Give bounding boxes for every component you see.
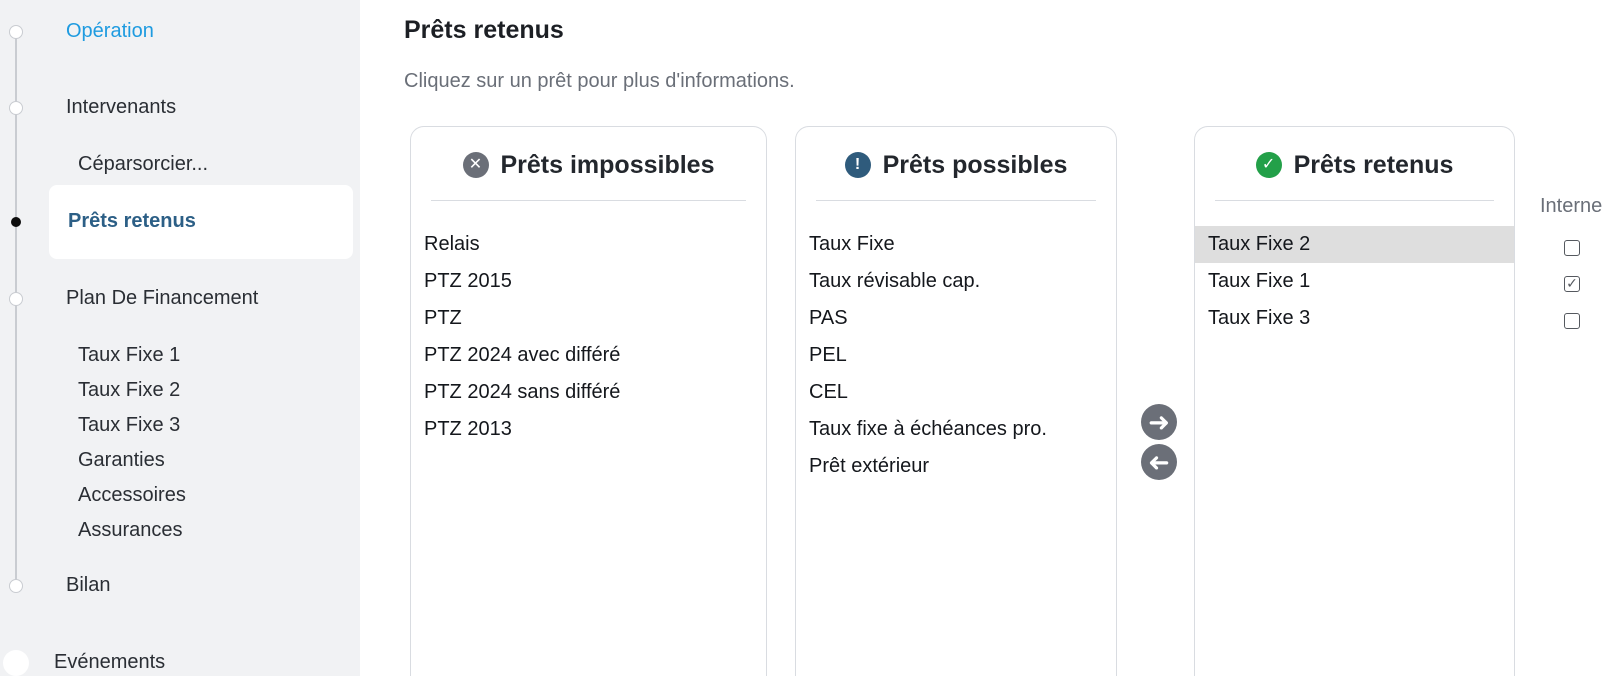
- loan-list: Relais PTZ 2015 PTZ PTZ 2024 avec différ…: [411, 226, 766, 448]
- move-left-arrow-icon[interactable]: ➜: [1141, 444, 1177, 480]
- list-item[interactable]: PTZ 2013: [411, 411, 766, 448]
- sidebar-subitem-garanties[interactable]: Garanties: [78, 449, 165, 472]
- panel-title: Prêts retenus: [1293, 150, 1454, 179]
- list-item[interactable]: Taux révisable cap.: [796, 263, 1116, 300]
- divider: [816, 200, 1096, 201]
- panel-header: ✕ Prêts impossibles: [411, 145, 766, 185]
- list-item[interactable]: Taux Fixe 1: [1195, 263, 1514, 300]
- divider: [1215, 200, 1494, 201]
- list-item[interactable]: PAS: [796, 300, 1116, 337]
- list-item[interactable]: CEL: [796, 374, 1116, 411]
- sidebar-item-operation[interactable]: Opération: [66, 20, 154, 43]
- sidebar-item-bilan[interactable]: Bilan: [66, 574, 110, 597]
- panel-header: ✓ Prêts retenus: [1195, 145, 1514, 185]
- list-item[interactable]: PTZ 2015: [411, 263, 766, 300]
- move-right-arrow-icon[interactable]: ➜: [1141, 404, 1177, 440]
- sidebar: Opération Intervenants Céparsorcier... P…: [0, 0, 360, 676]
- exclamation-circle-icon: !: [844, 152, 871, 178]
- interne-checkbox[interactable]: [1564, 240, 1580, 256]
- sidebar-item-evenements[interactable]: Evénements: [54, 651, 165, 674]
- sidebar-subitem-taux-fixe-3[interactable]: Taux Fixe 3: [78, 414, 180, 437]
- panel-title: Prêts possibles: [882, 150, 1068, 179]
- check-circle-icon: ✓: [1255, 152, 1282, 178]
- step-dot: [9, 101, 23, 115]
- list-item[interactable]: PTZ 2024 sans différé: [411, 374, 766, 411]
- sidebar-item-plan-de-financement[interactable]: Plan De Financement: [66, 287, 258, 310]
- panel-title: Prêts impossibles: [500, 150, 715, 179]
- list-item[interactable]: Taux Fixe 3: [1195, 300, 1514, 337]
- list-item[interactable]: Taux Fixe: [796, 226, 1116, 263]
- panel-prets-impossibles: ✕ Prêts impossibles Relais PTZ 2015 PTZ …: [410, 126, 767, 676]
- panel-header: ! Prêts possibles: [796, 145, 1116, 185]
- step-dot: [9, 579, 23, 593]
- sidebar-subitem-taux-fixe-2[interactable]: Taux Fixe 2: [78, 379, 180, 402]
- list-item[interactable]: PTZ 2024 avec différé: [411, 337, 766, 374]
- divider: [431, 200, 746, 201]
- list-item[interactable]: PEL: [796, 337, 1116, 374]
- page-title: Prêts retenus: [404, 16, 564, 44]
- step-dot: [9, 25, 23, 39]
- list-item[interactable]: Prêt extérieur: [796, 448, 1116, 485]
- sidebar-subitem-ceparsorcier[interactable]: Céparsorcier...: [78, 153, 208, 176]
- list-item-selected[interactable]: Taux Fixe 2: [1195, 226, 1514, 263]
- step-dot: [9, 292, 23, 306]
- sidebar-subitem-taux-fixe-1[interactable]: Taux Fixe 1: [78, 344, 180, 367]
- sidebar-subitem-assurances[interactable]: Assurances: [78, 519, 183, 542]
- loan-list: Taux Fixe 2 Taux Fixe 1 Taux Fixe 3: [1195, 226, 1514, 337]
- loan-list: Taux Fixe Taux révisable cap. PAS PEL CE…: [796, 226, 1116, 485]
- list-item[interactable]: Taux fixe à échéances pro.: [796, 411, 1116, 448]
- step-dot-active: [11, 217, 21, 227]
- page-subtitle: Cliquez sur un prêt pour plus d'informat…: [404, 70, 795, 92]
- list-item[interactable]: PTZ: [411, 300, 766, 337]
- interne-checkbox[interactable]: [1564, 313, 1580, 329]
- sidebar-item-intervenants[interactable]: Intervenants: [66, 96, 176, 119]
- x-circle-icon: ✕: [462, 152, 489, 178]
- sidebar-subitem-accessoires[interactable]: Accessoires: [78, 484, 186, 507]
- sidebar-item-prets-retenus[interactable]: Prêts retenus: [68, 210, 196, 233]
- interne-column-label: Interne: [1540, 195, 1603, 217]
- panel-prets-retenus: ✓ Prêts retenus Taux Fixe 2 Taux Fixe 1 …: [1194, 126, 1515, 676]
- panel-prets-possibles: ! Prêts possibles Taux Fixe Taux révisab…: [795, 126, 1117, 676]
- timeline-line: [15, 32, 17, 592]
- list-item[interactable]: Relais: [411, 226, 766, 263]
- interne-checkbox-checked[interactable]: ✓: [1564, 276, 1580, 292]
- section-dot: [3, 650, 29, 676]
